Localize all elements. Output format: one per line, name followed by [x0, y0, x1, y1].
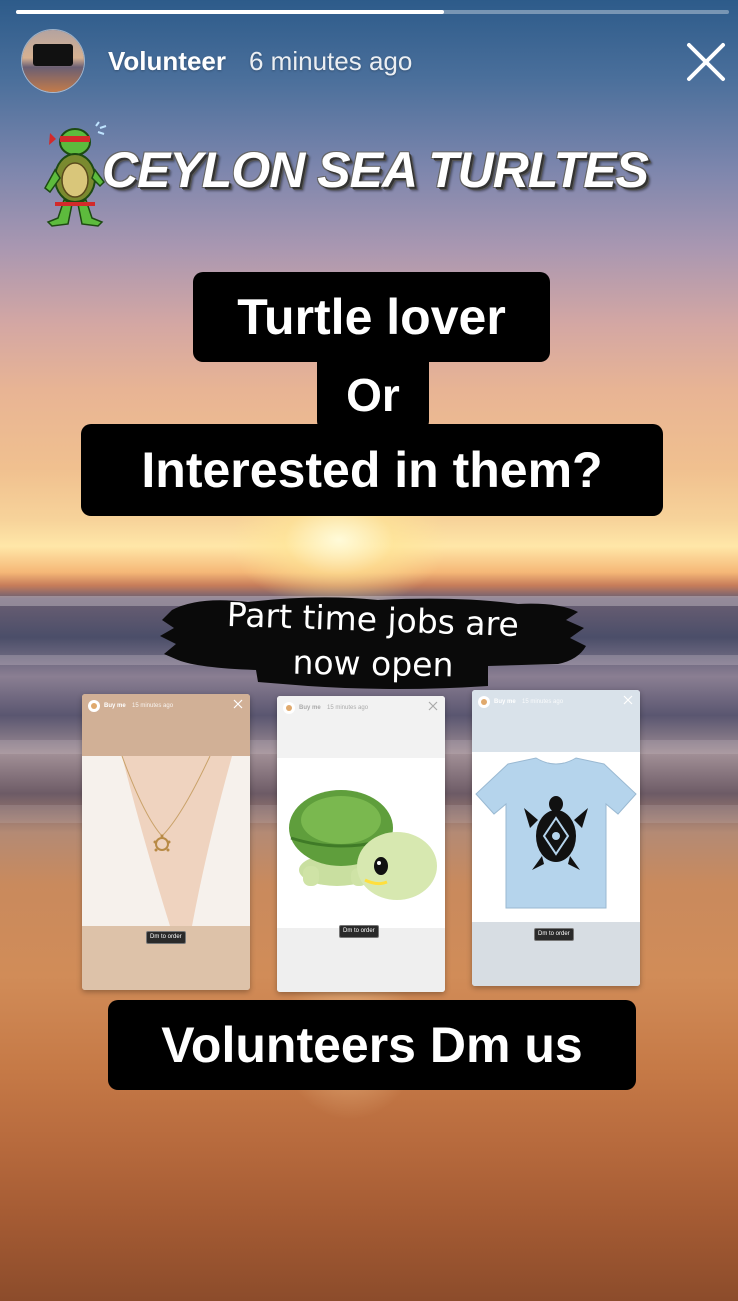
close-button[interactable]: [684, 40, 728, 84]
story-progress-fill: [16, 10, 444, 14]
headline-line-2: Or: [317, 355, 429, 431]
headline-line-1: Turtle lover: [193, 272, 550, 362]
brand-title: CEYLON SEA TURLTES: [102, 142, 649, 198]
story-timestamp: 6 minutes ago: [249, 46, 413, 76]
card-account-name: Buy me: [494, 699, 516, 705]
account-avatar[interactable]: [22, 30, 84, 92]
card-timestamp: 15 minutes ago: [132, 703, 174, 709]
product-card-turtle-plush[interactable]: Buy me 15 minutes ago Dm to order: [277, 696, 445, 992]
close-icon: [233, 699, 243, 709]
jobs-announcement: Part time jobs are now open: [158, 590, 588, 690]
headline-line-3: Interested in them?: [81, 424, 663, 516]
card-timestamp: 15 minutes ago: [327, 705, 369, 711]
turtle-tshirt-product-image: [472, 752, 640, 922]
story-progress-bar: [16, 10, 729, 14]
turtle-plush-product-image: [277, 758, 445, 928]
product-card-turtle-tshirt[interactable]: Buy me 15 minutes ago Dm to order: [472, 690, 640, 986]
dm-to-order-button[interactable]: Dm to order: [339, 925, 379, 938]
card-account-name: Buy me: [299, 705, 321, 711]
necklace-product-image: [82, 756, 250, 926]
close-icon: [687, 43, 725, 81]
close-icon: [623, 695, 633, 705]
card-avatar: [88, 700, 100, 712]
jobs-line-2: now open: [292, 642, 454, 685]
card-timestamp: 15 minutes ago: [522, 699, 564, 705]
ninja-turtle-sticker-icon: [44, 121, 107, 227]
dm-to-order-button[interactable]: Dm to order: [146, 931, 186, 944]
close-icon: [428, 701, 438, 711]
volunteers-cta: Volunteers Dm us: [108, 1000, 636, 1090]
account-name[interactable]: Volunteer: [108, 45, 226, 77]
story-view[interactable]: Volunteer 6 minutes ago CEYLON SEA TURLT…: [0, 0, 738, 1301]
avatar-thumbnail-text-box: [33, 44, 73, 66]
dm-to-order-button[interactable]: Dm to order: [534, 928, 574, 941]
headline-line-2-text: Or: [346, 369, 400, 421]
card-avatar: [283, 702, 295, 714]
card-avatar: [478, 696, 490, 708]
card-account-name: Buy me: [104, 703, 126, 709]
product-card-necklace[interactable]: Buy me 15 minutes ago Dm to order: [82, 694, 250, 990]
